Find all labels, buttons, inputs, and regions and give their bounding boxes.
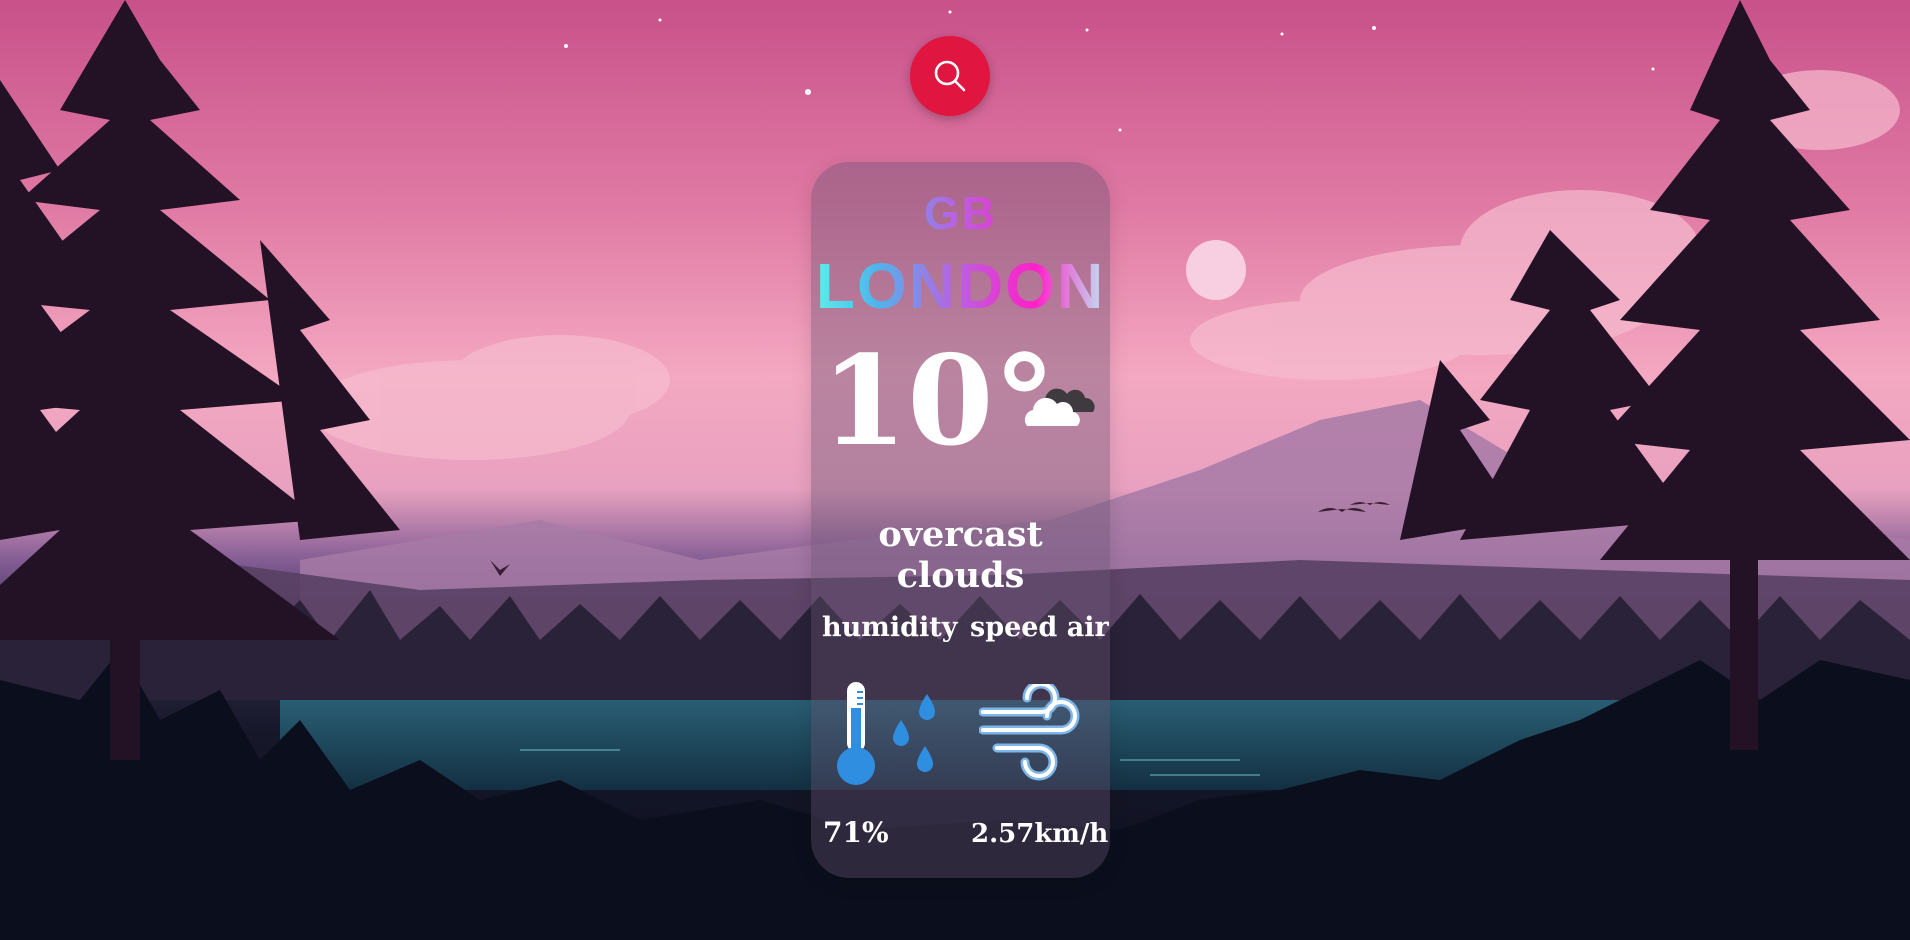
wind-speed-value: 2.57km/h <box>971 819 1109 849</box>
weather-card: GB LONDON 10° overcast clouds humidity s… <box>811 162 1110 878</box>
stars <box>564 10 1655 132</box>
weather-description: overcast clouds <box>878 514 1043 596</box>
search-button[interactable] <box>910 36 990 116</box>
droplets-icon <box>893 694 935 772</box>
search-icon <box>934 60 966 92</box>
country-code: GB <box>811 186 1110 240</box>
moon <box>1186 240 1246 300</box>
cloud-icon <box>1024 388 1095 426</box>
wind-speed-label: speed air <box>970 612 1109 643</box>
wind-icon <box>979 684 1080 781</box>
humidity-label: humidity <box>822 612 958 643</box>
humidity-value: 71% <box>823 816 889 849</box>
thermometer-icon <box>837 682 875 785</box>
city-name: LONDON <box>811 254 1110 318</box>
